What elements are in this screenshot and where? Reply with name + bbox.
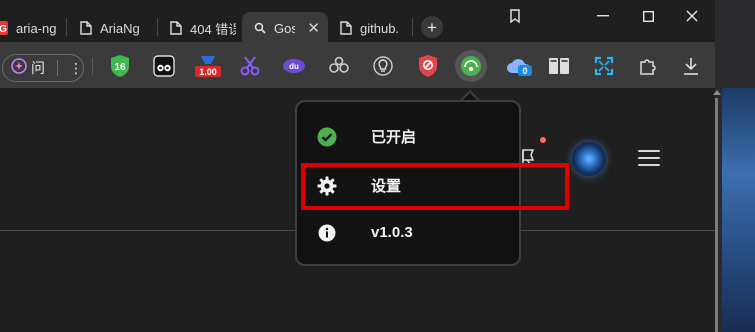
menu-item-version[interactable]: v1.0.3 (297, 210, 519, 254)
red-g-favicon: G (0, 21, 8, 35)
menu-item-label: v1.0.3 (371, 223, 413, 241)
tab-title: github. (360, 20, 400, 36)
profile-label: 问 (31, 60, 45, 76)
cloud-badge-icon[interactable]: 0 (503, 52, 535, 80)
scrollbar-thumb[interactable] (715, 98, 718, 332)
document-icon (340, 21, 352, 35)
profile-pill[interactable]: 问 ⋮ (2, 54, 84, 82)
document-icon (170, 21, 182, 35)
tampermonkey-icon[interactable] (150, 52, 178, 80)
shield-16-text: 16 (114, 62, 126, 73)
tab-title: aria-ng (16, 20, 56, 36)
collections-icon[interactable] (503, 6, 527, 26)
tab-ariang[interactable]: AriaNg (80, 12, 152, 44)
tab-github[interactable]: github. (340, 12, 408, 44)
search-icon (254, 22, 266, 34)
block-shield-icon[interactable] (414, 52, 442, 80)
toolbar-separator (92, 58, 93, 76)
cloud-badge-text: 0 (522, 66, 527, 76)
tab-404[interactable]: 404 错误 (170, 12, 236, 44)
close-icon[interactable]: ✕ (307, 19, 320, 37)
extensions-toolbar: 问 ⋮ 16 1.00 du 0 (0, 42, 715, 88)
translate-du-icon[interactable]: du (280, 52, 308, 80)
fullscreen-icon[interactable] (590, 52, 618, 80)
avatar[interactable] (572, 142, 606, 176)
info-icon (317, 223, 337, 243)
hamburger-menu-icon[interactable] (638, 150, 660, 166)
tab-strip: G aria-ng AriaNg 404 错误 Gosp ✕ github. + (0, 0, 715, 44)
bulb-icon[interactable] (369, 52, 397, 80)
tab-aria-ng[interactable]: G aria-ng (0, 12, 56, 44)
desktop-background (722, 88, 755, 332)
tab-separator (66, 18, 67, 36)
document-icon (80, 21, 92, 35)
translate-du-text: du (289, 62, 299, 71)
tab-separator (157, 18, 158, 36)
tab-title: AriaNg (100, 20, 140, 36)
share-nodes-icon[interactable] (325, 52, 353, 80)
tab-title: 404 错误 (190, 21, 236, 37)
shield-16-icon[interactable]: 16 (106, 52, 134, 80)
notification-dot (540, 137, 546, 143)
scissors-icon[interactable] (236, 52, 264, 80)
menu-item-label: 已开启 (371, 128, 417, 146)
tab-separator (412, 18, 413, 36)
scroll-up-arrow[interactable] (713, 90, 721, 95)
counter-icon[interactable]: 1.00 (192, 52, 224, 80)
minimize-button[interactable] (591, 6, 615, 26)
menu-item-enabled[interactable]: 已开启 (297, 114, 519, 158)
new-tab-button[interactable]: + (421, 16, 443, 38)
download-icon[interactable] (677, 52, 705, 80)
extensions-puzzle-icon[interactable] (634, 52, 662, 80)
close-window-button[interactable] (680, 6, 704, 26)
highlight-box (301, 163, 569, 210)
sparkle-chat-icon (11, 57, 27, 79)
counter-text: 1.00 (199, 67, 217, 77)
aria-download-icon[interactable] (455, 50, 487, 82)
pill-divider (57, 60, 58, 76)
tab-gosp[interactable]: Gosp ✕ (242, 12, 328, 44)
reader-icon[interactable] (545, 52, 573, 80)
tab-title: Gosp (274, 20, 296, 36)
svg-text:G: G (0, 24, 7, 35)
more-icon[interactable]: ⋮ (69, 60, 83, 77)
maximize-button[interactable] (636, 6, 660, 26)
check-circle-icon (317, 127, 337, 147)
